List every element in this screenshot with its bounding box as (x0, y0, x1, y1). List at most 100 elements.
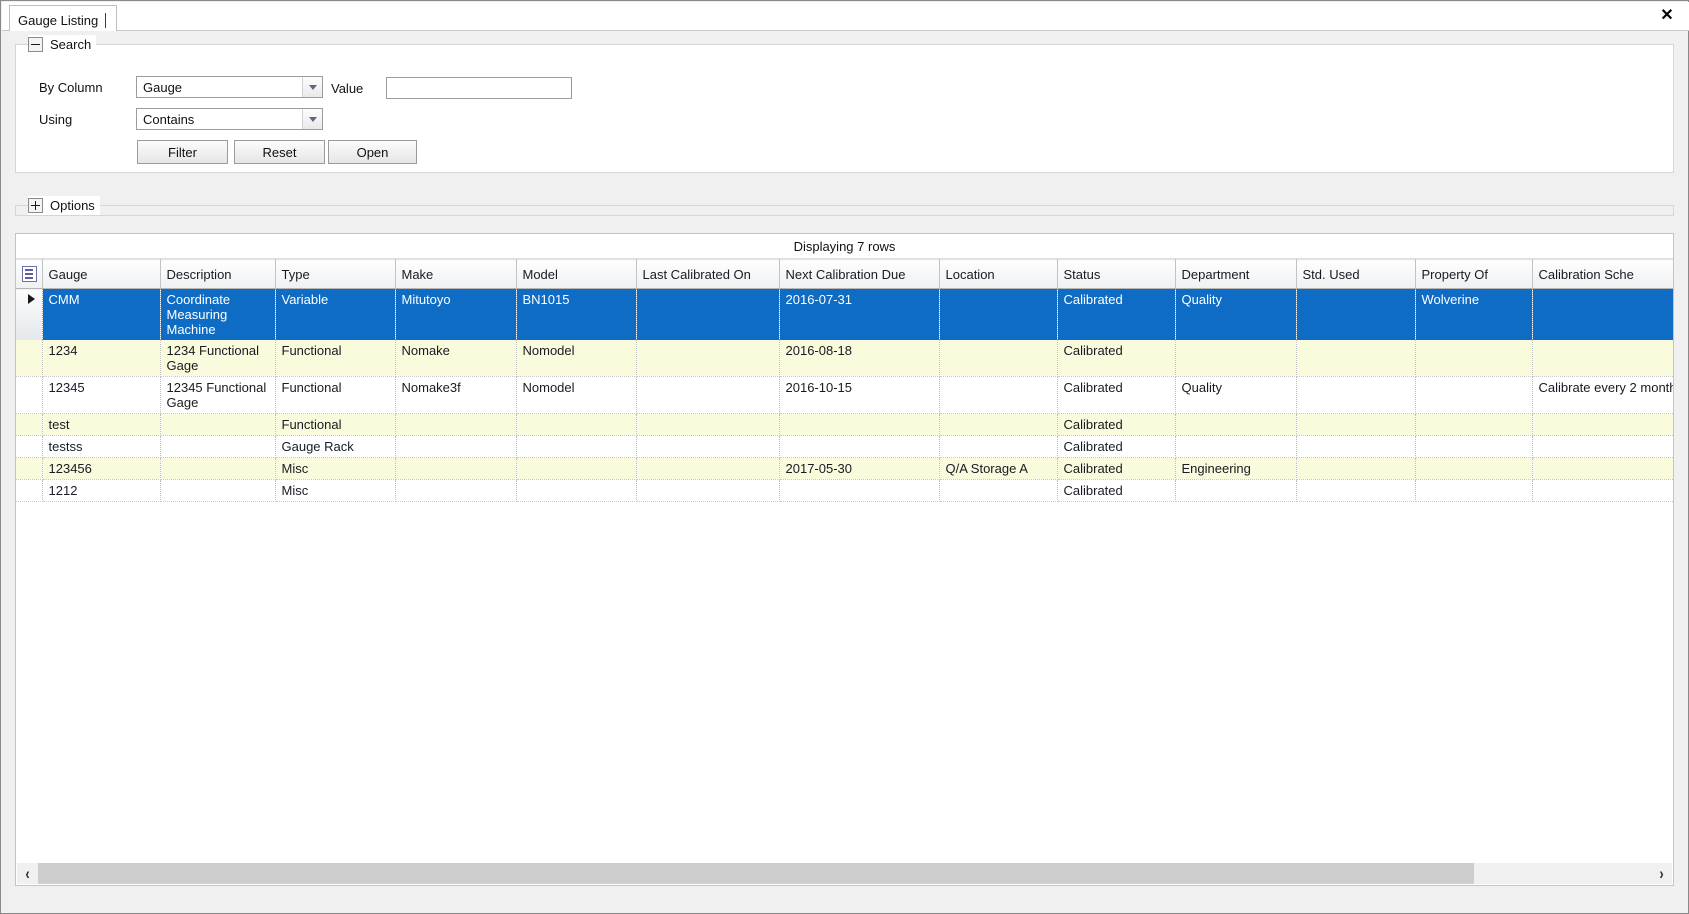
cell-status[interactable]: Calibrated (1057, 340, 1176, 377)
cell-gauge[interactable]: CMM (42, 288, 161, 340)
cell-std-used[interactable] (1296, 479, 1416, 502)
column-header-location[interactable]: Location (939, 259, 1058, 289)
column-header-property-of[interactable]: Property Of (1415, 259, 1533, 289)
cell-property-of[interactable] (1415, 479, 1533, 502)
cell-property-of[interactable] (1415, 340, 1533, 377)
cell-location[interactable] (939, 288, 1058, 340)
table-row[interactable]: 1212 Misc Calibrated (16, 479, 1673, 502)
scroll-track[interactable] (38, 863, 1651, 884)
search-collapse-toggle[interactable] (28, 37, 43, 52)
cell-property-of[interactable] (1415, 376, 1533, 414)
by-column-select[interactable]: Gauge (136, 76, 323, 98)
cell-department[interactable]: Engineering (1175, 457, 1297, 480)
column-header-std-used[interactable]: Std. Used (1296, 259, 1416, 289)
cell-type[interactable]: Functional (275, 340, 396, 377)
cell-last-calibrated-on[interactable] (636, 340, 780, 377)
column-header-description[interactable]: Description (160, 259, 276, 289)
cell-last-calibrated-on[interactable] (636, 376, 780, 414)
cell-std-used[interactable] (1296, 376, 1416, 414)
cell-make[interactable]: Mitutoyo (395, 288, 517, 340)
cell-last-calibrated-on[interactable] (636, 288, 780, 340)
cell-model[interactable] (516, 435, 637, 458)
cell-last-calibrated-on[interactable] (636, 413, 780, 436)
open-button[interactable]: Open (328, 140, 417, 164)
cell-calibration-schedule[interactable] (1532, 288, 1673, 340)
row-selector-cell[interactable] (16, 479, 43, 502)
cell-last-calibrated-on[interactable] (636, 479, 780, 502)
cell-type[interactable]: Misc (275, 457, 396, 480)
cell-department[interactable] (1175, 413, 1297, 436)
row-selector-cell[interactable] (16, 413, 43, 436)
column-header-status[interactable]: Status (1057, 259, 1176, 289)
cell-gauge[interactable]: 12345 (42, 376, 161, 414)
cell-make[interactable]: Nomake (395, 340, 517, 377)
cell-next-calibration-due[interactable] (779, 479, 940, 502)
cell-next-calibration-due[interactable]: 2017-05-30 (779, 457, 940, 480)
cell-department[interactable] (1175, 435, 1297, 458)
table-row[interactable]: 123456 Misc 2017-05-30 Q/A Storage A Calibra… (16, 457, 1673, 480)
using-select[interactable]: Contains (136, 108, 323, 130)
cell-make[interactable] (395, 435, 517, 458)
cell-property-of[interactable] (1415, 457, 1533, 480)
cell-gauge[interactable]: 1212 (42, 479, 161, 502)
cell-location[interactable] (939, 413, 1058, 436)
cell-property-of[interactable]: Wolverine (1415, 288, 1533, 340)
cell-type[interactable]: Variable (275, 288, 396, 340)
cell-next-calibration-due[interactable]: 2016-08-18 (779, 340, 940, 377)
options-expand-toggle[interactable] (28, 198, 43, 213)
cell-location[interactable] (939, 376, 1058, 414)
cell-description[interactable] (160, 413, 276, 436)
column-header-gauge[interactable]: Gauge (42, 259, 161, 289)
column-header-department[interactable]: Department (1175, 259, 1297, 289)
column-header-last-calibrated-on[interactable]: Last Calibrated On (636, 259, 780, 289)
reset-button[interactable]: Reset (234, 140, 325, 164)
cell-description[interactable] (160, 435, 276, 458)
cell-location[interactable] (939, 479, 1058, 502)
cell-property-of[interactable] (1415, 413, 1533, 436)
grid-horizontal-scrollbar[interactable]: ‹ › (17, 863, 1672, 884)
cell-next-calibration-due[interactable]: 2016-07-31 (779, 288, 940, 340)
cell-status[interactable]: Calibrated (1057, 479, 1176, 502)
cell-department[interactable] (1175, 340, 1297, 377)
cell-gauge[interactable]: 123456 (42, 457, 161, 480)
cell-model[interactable]: BN1015 (516, 288, 637, 340)
table-row[interactable]: CMM Coordinate Measuring Machine Variable M… (16, 288, 1673, 340)
cell-type[interactable]: Gauge Rack (275, 435, 396, 458)
cell-calibration-schedule[interactable] (1532, 435, 1673, 458)
cell-std-used[interactable] (1296, 435, 1416, 458)
cell-property-of[interactable] (1415, 435, 1533, 458)
cell-type[interactable]: Functional (275, 376, 396, 414)
close-icon[interactable]: ✕ (1657, 6, 1677, 26)
row-selector-cell[interactable] (16, 288, 43, 340)
cell-location[interactable] (939, 435, 1058, 458)
cell-model[interactable] (516, 457, 637, 480)
cell-next-calibration-due[interactable]: 2016-10-15 (779, 376, 940, 414)
cell-model[interactable]: Nomodel (516, 376, 637, 414)
table-row[interactable]: testss Gauge Rack Calibrated (16, 435, 1673, 458)
cell-make[interactable] (395, 413, 517, 436)
cell-make[interactable] (395, 479, 517, 502)
cell-model[interactable]: Nomodel (516, 340, 637, 377)
cell-department[interactable] (1175, 479, 1297, 502)
cell-status[interactable]: Calibrated (1057, 435, 1176, 458)
row-selector-cell[interactable] (16, 457, 43, 480)
scroll-thumb[interactable] (38, 863, 1474, 884)
column-header-make[interactable]: Make (395, 259, 517, 289)
scroll-left-icon[interactable]: ‹ (17, 863, 38, 884)
cell-type[interactable]: Functional (275, 413, 396, 436)
tab-gauge-listing[interactable]: Gauge Listing (9, 5, 118, 31)
cell-std-used[interactable] (1296, 457, 1416, 480)
table-row[interactable]: test Functional Calibrated (16, 413, 1673, 436)
filter-button[interactable]: Filter (137, 140, 228, 164)
column-header-next-calibration-due[interactable]: Next Calibration Due (779, 259, 940, 289)
cell-type[interactable]: Misc (275, 479, 396, 502)
cell-status[interactable]: Calibrated (1057, 457, 1176, 480)
cell-calibration-schedule[interactable] (1532, 413, 1673, 436)
using-chevron-down-icon[interactable] (302, 109, 322, 129)
cell-gauge[interactable]: testss (42, 435, 161, 458)
cell-model[interactable] (516, 479, 637, 502)
cell-status[interactable]: Calibrated (1057, 288, 1176, 340)
cell-std-used[interactable] (1296, 413, 1416, 436)
cell-last-calibrated-on[interactable] (636, 457, 780, 480)
table-row[interactable]: 12345 12345 Functional Gage Functional Noma… (16, 376, 1673, 414)
